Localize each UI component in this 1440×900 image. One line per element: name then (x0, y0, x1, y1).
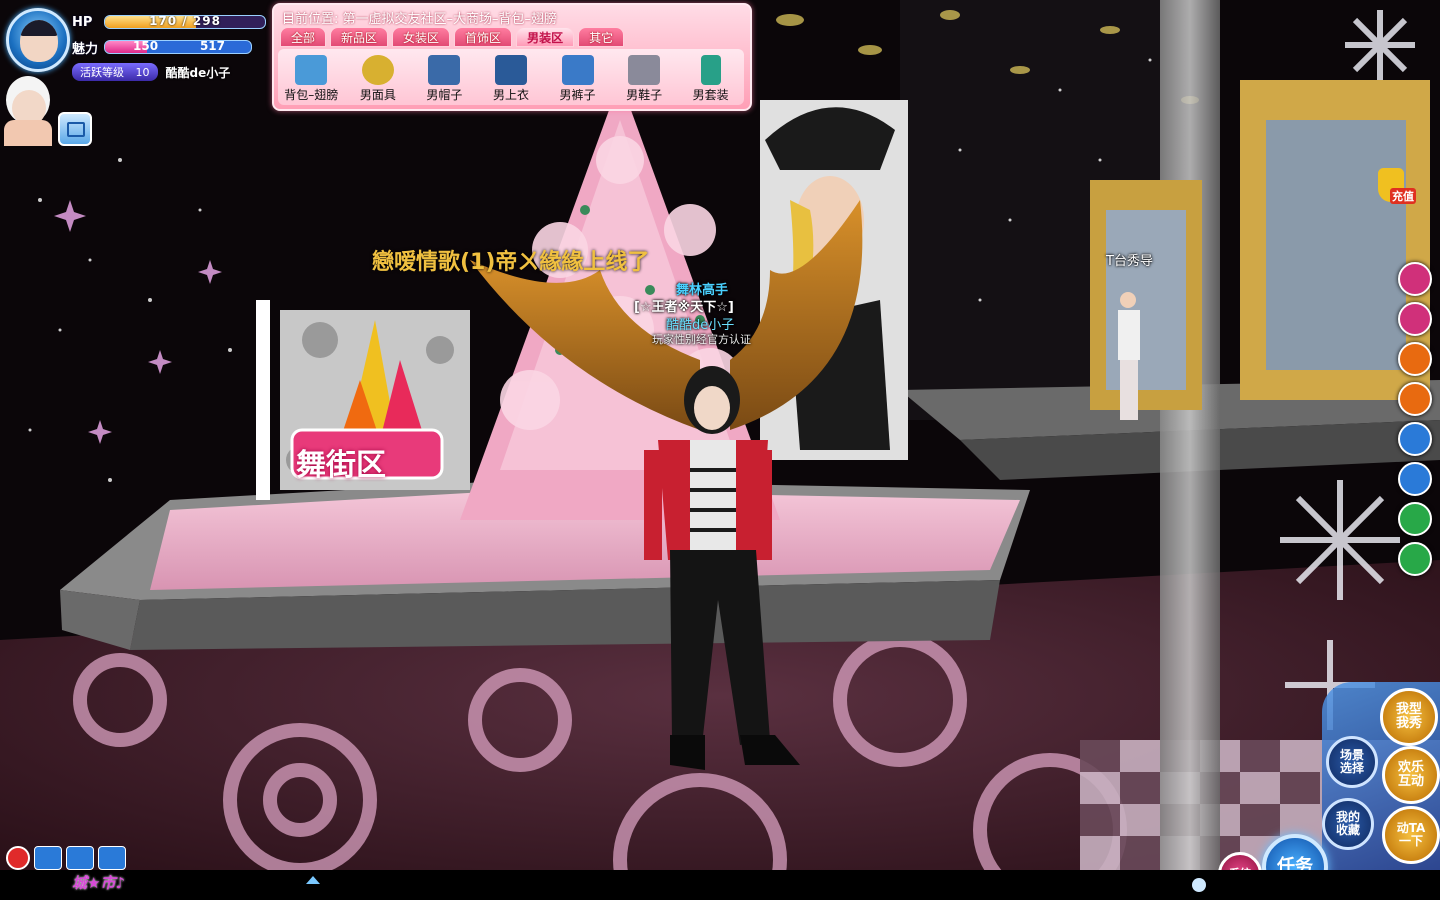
tab-other[interactable]: 其它 (578, 27, 625, 47)
category-label: 男帽子 (426, 88, 463, 102)
runway-sign: T台秀导 (1106, 254, 1153, 269)
poke-ta-button[interactable]: 动TA一下 (1382, 806, 1440, 864)
list-icon[interactable] (1398, 302, 1432, 336)
fun-interact-label: 欢乐互动 (1397, 759, 1424, 789)
avatar-hair (20, 20, 58, 36)
category-label: 男上衣 (492, 88, 529, 102)
home-icon[interactable] (1398, 422, 1432, 456)
right-menu (1398, 262, 1432, 592)
player-name: 酷酷de小子 (165, 65, 231, 80)
orange-orb-icon[interactable] (1398, 342, 1432, 376)
my-favorites-button[interactable]: 我的收藏 (1322, 798, 1374, 850)
category-mask[interactable]: 男面具 (346, 49, 410, 105)
stage-sign: 舞街区 (296, 448, 386, 483)
tab-men[interactable]: 男装区 (516, 27, 575, 47)
hp-row: HP 170 / 298 (72, 14, 268, 30)
hp-bar: 170 / 298 (104, 15, 266, 29)
orange-orb-icon[interactable] (1398, 382, 1432, 416)
tab-new[interactable]: 新品区 (330, 27, 389, 47)
charm-label: 魅力 (72, 41, 99, 57)
announcement-text: 戀嗳情歌(1)帝ㄨ緣緣上线了 (372, 250, 650, 275)
window-toggle-button[interactable] (58, 112, 92, 146)
city-logo: 城★市♪ (72, 874, 126, 892)
category-pants[interactable]: 男裤子 (546, 49, 610, 105)
category-shirt[interactable]: 男上衣 (479, 49, 543, 105)
fun-interact-button[interactable]: 欢乐互动 (1382, 746, 1440, 804)
shop-category-list: 背包–翅膀 男面具 男帽子 男上衣 男裤子 男鞋子 男套装 (278, 49, 744, 105)
game-scene[interactable] (0, 0, 1440, 900)
record-icon[interactable] (6, 846, 30, 870)
scene-select-button[interactable]: 场景选择 (1326, 736, 1378, 788)
player-status-panel: HP 170 / 298 魅力 150 517 活跃等级 10 酷酷de小子 (6, 6, 268, 81)
chat-expand-icon[interactable] (306, 876, 320, 884)
breadcrumb: 目前位置: 第一虚拟交友社区–大商场–背包–翅膀 (282, 8, 558, 27)
recharge-button[interactable]: 充值 (1376, 166, 1418, 208)
player-verify: 玩家性别经官方认证 (652, 333, 751, 346)
charm-bar: 150 517 (104, 40, 252, 54)
shirt-icon (494, 55, 527, 85)
shop-tabs: 全部 新品区 女装区 首饰区 男装区 其它 (280, 27, 625, 47)
category-hat[interactable]: 男帽子 (412, 49, 476, 105)
my-favorites-label: 我的收藏 (1335, 809, 1360, 837)
activity-level: 10 (135, 66, 150, 79)
chat-toolbar (6, 846, 126, 870)
avatar-face (20, 20, 58, 62)
hp-value: 170 / 298 (149, 15, 221, 28)
pet-avatar[interactable] (0, 72, 92, 148)
shop-panel: 目前位置: 第一虚拟交友社区–大商场–背包–翅膀 全部 新品区 女装区 首饰区 … (272, 3, 752, 111)
player-guild: [☆王者※天下☆] (634, 300, 734, 315)
chat-bubbles-icon[interactable] (98, 846, 126, 870)
window-icon (67, 122, 85, 137)
volume-icon[interactable] (34, 846, 62, 870)
scroll-up-icon[interactable] (1192, 878, 1206, 892)
poke-ta-label: 动TA一下 (1396, 820, 1426, 848)
category-label: 男裤子 (559, 88, 596, 102)
recharge-label: 充值 (1390, 188, 1416, 204)
pet-body (4, 120, 52, 146)
category-suit[interactable]: 男套装 (679, 49, 743, 105)
tab-women[interactable]: 女装区 (392, 27, 451, 47)
scene-select-label: 场景选择 (1339, 747, 1364, 775)
category-label: 背包–翅膀 (284, 88, 339, 102)
player-avatar[interactable] (6, 8, 70, 72)
mask-icon (361, 55, 394, 85)
suit-icon (700, 55, 721, 85)
activity-row: 活跃等级 10 酷酷de小子 (72, 63, 230, 81)
category-label: 男鞋子 (626, 88, 663, 102)
tab-all[interactable]: 全部 (280, 27, 327, 47)
phone-icon[interactable] (1398, 462, 1432, 496)
charm-max: 517 (199, 40, 225, 53)
category-backpack-wings[interactable]: 背包–翅膀 (279, 49, 343, 105)
emoji-icon[interactable] (66, 846, 94, 870)
globe-icon[interactable] (1398, 542, 1432, 576)
show-me-button[interactable]: 我型我秀 (1380, 688, 1438, 746)
tab-jewelry[interactable]: 首饰区 (454, 27, 513, 47)
backpack-wings-icon (295, 55, 328, 85)
category-label: 男套装 (692, 88, 729, 102)
charm-row: 魅力 150 517 (72, 39, 268, 57)
mail-icon[interactable] (1398, 502, 1432, 536)
hp-label: HP (72, 14, 93, 30)
hat-icon (428, 55, 461, 85)
category-shoes[interactable]: 男鞋子 (612, 49, 676, 105)
charm-value: 150 (133, 40, 159, 53)
bag-icon[interactable] (1398, 262, 1432, 296)
breadcrumb-label: 目前位置: (282, 12, 339, 27)
show-me-label: 我型我秀 (1395, 701, 1422, 731)
breadcrumb-path: 第一虚拟交友社区–大商场–背包–翅膀 (342, 12, 558, 27)
bottom-bar (0, 870, 1440, 900)
category-label: 男面具 (359, 88, 396, 102)
pants-icon (561, 55, 594, 85)
shoes-icon (628, 55, 661, 85)
